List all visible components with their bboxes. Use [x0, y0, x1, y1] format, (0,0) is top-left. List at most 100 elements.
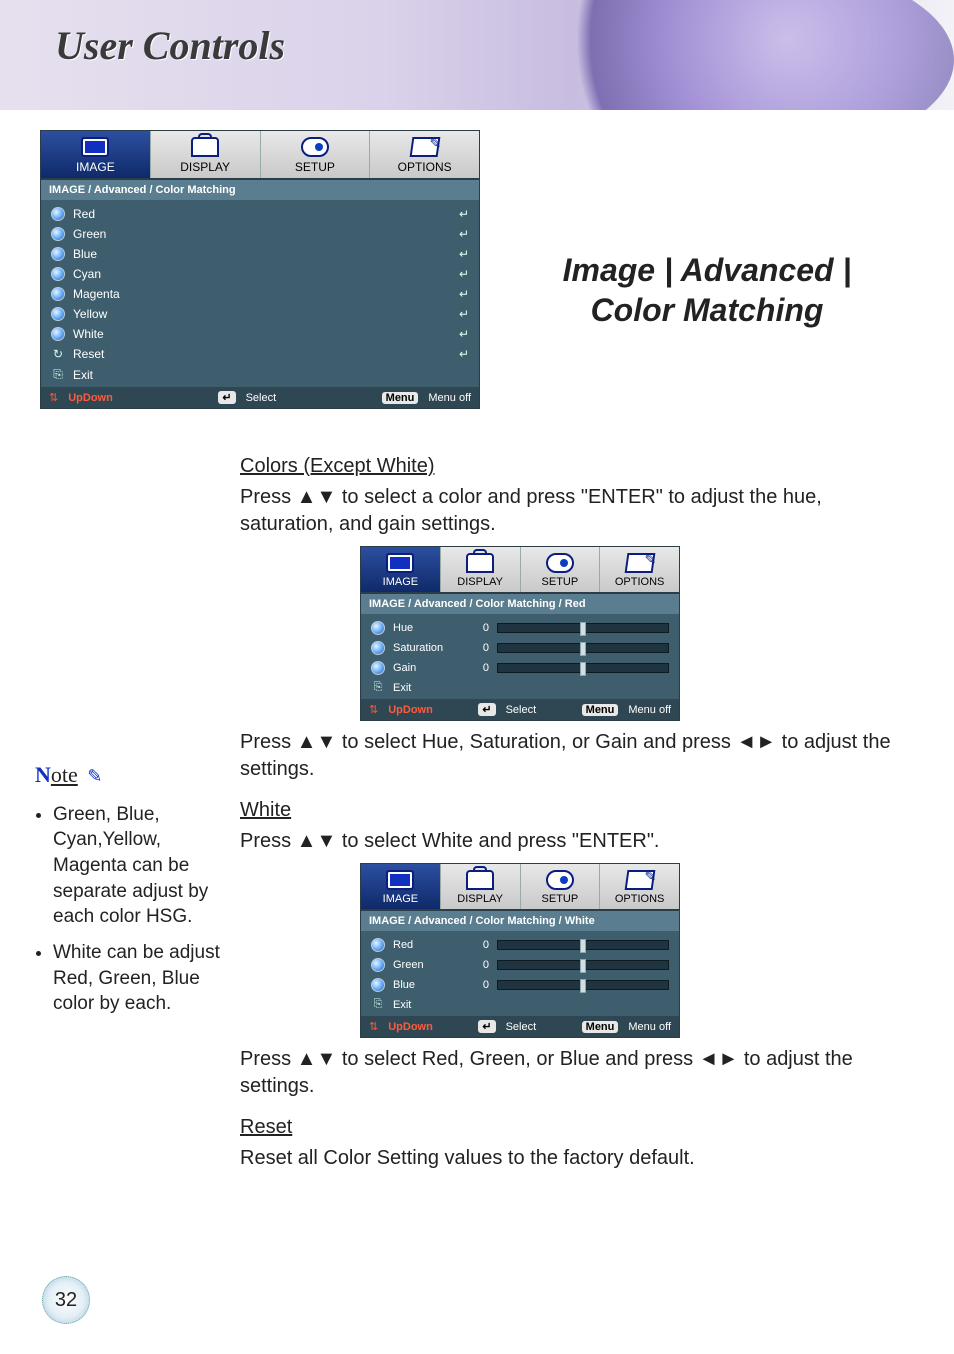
enter-icon: ↵: [459, 307, 469, 321]
slider-thumb[interactable]: [580, 939, 586, 953]
tab-options[interactable]: OPTIONS: [600, 864, 679, 909]
slider-track[interactable]: [497, 643, 669, 653]
enter-icon: ↵: [459, 347, 469, 361]
slider-saturation[interactable]: Saturation0: [365, 638, 675, 658]
display-icon: [466, 553, 494, 573]
osd-tabs: IMAGE DISPLAY SETUP OPTIONS: [41, 131, 479, 180]
display-icon: [191, 137, 219, 157]
enter-icon: ↵: [459, 327, 469, 341]
tab-options[interactable]: OPTIONS: [600, 547, 679, 592]
display-icon: [466, 870, 494, 890]
bullet-icon: [371, 938, 385, 952]
item-yellow[interactable]: Yellow↵: [45, 304, 475, 324]
reset-icon: [51, 347, 65, 361]
osd-color-red: IMAGE DISPLAY SETUP OPTIONS IMAGE / Adva…: [360, 546, 680, 721]
slider-thumb[interactable]: [580, 622, 586, 636]
item-cyan[interactable]: Cyan↵: [45, 264, 475, 284]
bullet-icon: [51, 227, 65, 241]
exit-icon: [371, 681, 385, 694]
slider-blue[interactable]: Blue0: [365, 975, 675, 995]
bullet-icon: [51, 327, 65, 341]
heading-colors: Colors (Except White): [240, 455, 914, 478]
item-red[interactable]: Red↵: [45, 204, 475, 224]
item-exit[interactable]: Exit: [45, 364, 475, 385]
note-sidebar: Note Green, Blue, Cyan,Yellow, Magenta c…: [35, 760, 235, 1027]
slider-thumb[interactable]: [580, 979, 586, 993]
slider-gain[interactable]: Gain0: [365, 658, 675, 678]
footer-menuoff: Menu off: [428, 392, 471, 404]
note-item: Green, Blue, Cyan,Yellow, Magenta can be…: [53, 802, 235, 930]
setup-icon: [546, 870, 574, 890]
osd-footer: ⇅ UpDown ↵ Select Menu Menu off: [41, 387, 479, 408]
select-pill-icon: ↵: [218, 391, 235, 404]
osd3-breadcrumb: IMAGE / Advanced / Color Matching / Whit…: [361, 911, 679, 931]
exit-icon: [51, 367, 65, 382]
slider-green[interactable]: Green0: [365, 955, 675, 975]
options-icon: [624, 553, 655, 573]
bullet-icon: [371, 621, 385, 635]
item-green[interactable]: Green↵: [45, 224, 475, 244]
setup-icon: [301, 137, 329, 157]
heading-reset: Reset: [240, 1116, 914, 1139]
bullet-icon: [51, 307, 65, 321]
setup-icon: [546, 553, 574, 573]
options-icon: [409, 137, 440, 157]
section-title: Image | Advanced | Color Matching: [500, 250, 914, 409]
tab-display[interactable]: DISPLAY: [151, 131, 261, 178]
footer-select: Select: [246, 392, 277, 404]
image-icon: [386, 870, 414, 890]
note-label: Note: [35, 760, 235, 790]
page-number: 32: [42, 1276, 90, 1324]
slider-thumb[interactable]: [580, 662, 586, 676]
para-hsg: Press ▲▼ to select Hue, Saturation, or G…: [240, 729, 914, 783]
enter-icon: ↵: [459, 247, 469, 261]
para-reset: Reset all Color Setting values to the fa…: [240, 1145, 914, 1172]
tab-options[interactable]: OPTIONS: [370, 131, 479, 178]
bullet-icon: [51, 287, 65, 301]
enter-icon: ↵: [459, 227, 469, 241]
heading-white: White: [240, 799, 914, 822]
slider-track[interactable]: [497, 940, 669, 950]
bullet-icon: [51, 247, 65, 261]
tab-display[interactable]: DISPLAY: [441, 864, 521, 909]
tab-image[interactable]: IMAGE: [361, 864, 441, 909]
bullet-icon: [371, 641, 385, 655]
menu-pill: Menu: [382, 392, 419, 404]
tab-display[interactable]: DISPLAY: [441, 547, 521, 592]
item-blue[interactable]: Blue↵: [45, 244, 475, 264]
osd-color-white: IMAGE DISPLAY SETUP OPTIONS IMAGE / Adva…: [360, 863, 680, 1038]
osd2-breadcrumb: IMAGE / Advanced / Color Matching / Red: [361, 594, 679, 614]
bullet-icon: [371, 978, 385, 992]
updown-icon: ⇅: [369, 1020, 378, 1033]
slider-track[interactable]: [497, 960, 669, 970]
image-icon: [81, 137, 109, 157]
tab-setup[interactable]: SETUP: [261, 131, 371, 178]
item-white[interactable]: White↵: [45, 324, 475, 344]
slider-track[interactable]: [497, 623, 669, 633]
item-magenta[interactable]: Magenta↵: [45, 284, 475, 304]
bullet-icon: [371, 661, 385, 675]
slider-hue[interactable]: Hue0: [365, 618, 675, 638]
header-art: User Controls: [0, 0, 954, 110]
updown-icon: ⇅: [49, 391, 58, 404]
slider-track[interactable]: [497, 980, 669, 990]
para-colors: Press ▲▼ to select a color and press "EN…: [240, 484, 914, 538]
slider-thumb[interactable]: [580, 959, 586, 973]
options-icon: [624, 870, 655, 890]
page-title: User Controls: [55, 22, 285, 69]
osd1-breadcrumb: IMAGE / Advanced / Color Matching: [41, 180, 479, 200]
image-icon: [386, 553, 414, 573]
tab-image[interactable]: IMAGE: [41, 131, 151, 178]
updown-icon: ⇅: [369, 703, 378, 716]
slider-red[interactable]: Red0: [365, 935, 675, 955]
item-exit[interactable]: Exit: [365, 678, 675, 697]
slider-thumb[interactable]: [580, 642, 586, 656]
item-reset[interactable]: Reset↵: [45, 344, 475, 364]
osd-color-matching: IMAGE DISPLAY SETUP OPTIONS IMAGE / Adva…: [40, 130, 480, 409]
tab-image[interactable]: IMAGE: [361, 547, 441, 592]
tab-setup[interactable]: SETUP: [521, 864, 601, 909]
bullet-icon: [371, 958, 385, 972]
tab-setup[interactable]: SETUP: [521, 547, 601, 592]
item-exit[interactable]: Exit: [365, 995, 675, 1014]
slider-track[interactable]: [497, 663, 669, 673]
